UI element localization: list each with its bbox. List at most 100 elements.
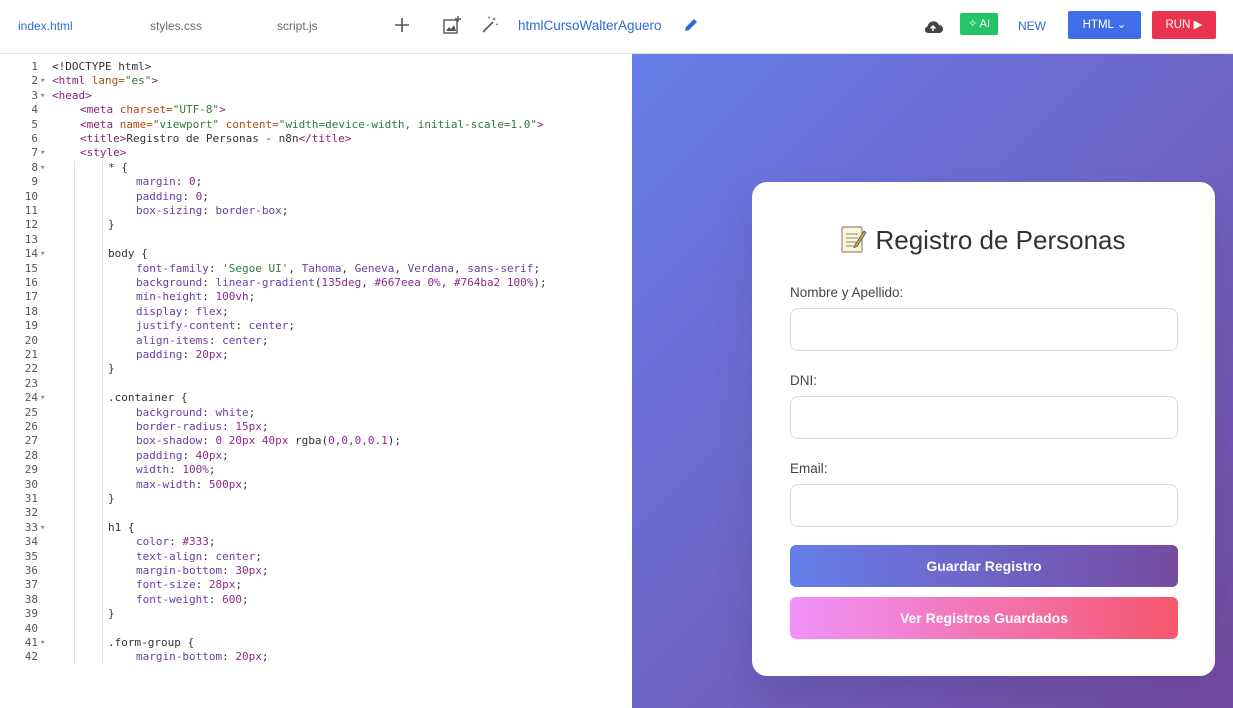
view-records-button[interactable]: Ver Registros Guardados <box>790 597 1178 639</box>
line-number: 39 <box>24 607 38 621</box>
line-number: 41 <box>24 636 38 649</box>
code-line: 39} <box>0 607 630 621</box>
code-line: 19 justify-content: center; <box>0 319 630 333</box>
code-text: padding: 0; <box>136 189 209 203</box>
code-line: 23 <box>0 377 630 391</box>
line-number: 2 <box>31 74 38 88</box>
line-number: 5 <box>31 117 38 131</box>
code-line: 33 ▾ h1 { <box>0 521 630 535</box>
code-line: 28 padding: 40px; <box>0 449 630 463</box>
email-label: Email: <box>790 461 828 476</box>
line-number: 28 <box>24 448 38 462</box>
code-text: <title>Registro de Personas - n8n</title… <box>80 132 352 145</box>
code-editor[interactable]: 1 <!DOCTYPE html> 2 ▾ <html lang="es"> 3 ▾ <hea… <box>0 54 632 708</box>
code-line: 21 padding: 20px; <box>0 348 630 362</box>
name-field[interactable] <box>790 308 1178 351</box>
code-line: 8 ▾ * { <box>0 161 630 175</box>
code-text: } <box>108 492 115 505</box>
line-number: 37 <box>24 578 38 592</box>
line-number: 24 <box>24 391 38 405</box>
code-text: <style> <box>80 146 127 160</box>
cloud-upload-icon[interactable] <box>922 18 944 34</box>
html-mode-button[interactable]: HTML ⌄ <box>1068 11 1141 39</box>
line-number: 36 <box>24 564 38 577</box>
code-line: 41 ▾ .form-group { <box>0 636 630 650</box>
line-number: 34 <box>24 535 38 549</box>
fold-arrow-icon[interactable]: ▾ <box>40 247 50 261</box>
code-text: margin: 0; <box>136 175 203 189</box>
line-number: 38 <box>24 592 38 606</box>
fold-arrow-icon[interactable]: ▾ <box>40 146 50 160</box>
fold-arrow-icon[interactable]: ▾ <box>40 161 50 175</box>
add-file-icon[interactable] <box>391 14 413 36</box>
magic-wand-icon[interactable] <box>479 14 501 36</box>
line-number: 13 <box>24 232 38 246</box>
code-text: font-weight: 600; <box>136 592 249 606</box>
code-text: box-sizing: border-box; <box>136 204 289 217</box>
code-line: 35 text-align: center; <box>0 550 630 564</box>
fold-arrow-icon[interactable]: ▾ <box>40 521 50 535</box>
line-number: 31 <box>24 492 38 505</box>
code-text: justify-content: center; <box>136 319 295 333</box>
line-number: 14 <box>24 247 38 261</box>
line-number: 16 <box>24 276 38 289</box>
line-number: 19 <box>24 319 38 333</box>
code-text: margin-bottom: 20px; <box>136 650 269 664</box>
html-label: HTML <box>1082 19 1114 31</box>
edit-pencil-icon[interactable] <box>683 17 699 33</box>
new-button[interactable]: NEW <box>1018 19 1046 33</box>
fold-arrow-icon[interactable]: ▾ <box>40 636 50 650</box>
line-number: 42 <box>24 650 38 664</box>
code-line: 36 margin-bottom: 30px; <box>0 564 630 578</box>
line-number: 12 <box>24 218 38 232</box>
fold-arrow-icon[interactable]: ▾ <box>40 74 50 88</box>
dni-field[interactable] <box>790 396 1178 439</box>
code-line: 32 <box>0 506 630 520</box>
code-line: 2 ▾ <html lang="es"> <box>0 74 630 88</box>
add-image-icon[interactable] <box>441 14 463 36</box>
code-text: padding: 40px; <box>136 448 229 462</box>
line-number: 23 <box>24 376 38 390</box>
code-line: 25 background: white; <box>0 406 630 420</box>
code-text: color: #333; <box>136 535 216 549</box>
code-text: background: white; <box>136 405 256 419</box>
project-name[interactable]: htmlCursoWalterAguero <box>518 18 662 33</box>
code-text: text-align: center; <box>136 549 262 563</box>
line-number: 4 <box>31 103 38 117</box>
tab-script-js[interactable]: script.js <box>277 19 318 33</box>
code-text: <!DOCTYPE html> <box>52 60 152 73</box>
line-number: 11 <box>24 204 38 217</box>
fold-arrow-icon[interactable]: ▾ <box>40 391 50 405</box>
line-number: 15 <box>24 261 38 275</box>
fold-arrow-icon[interactable]: ▾ <box>40 89 50 103</box>
code-line: 17 min-height: 100vh; <box>0 290 630 304</box>
code-text: display: flex; <box>136 304 229 318</box>
code-line: 22} <box>0 362 630 376</box>
code-line: 7 ▾ <style> <box>0 146 630 160</box>
code-text: <meta charset="UTF-8"> <box>80 103 226 117</box>
chevron-down-icon: ⌄ <box>1116 19 1127 31</box>
code-text: } <box>108 362 115 376</box>
code-line: 10 padding: 0; <box>0 190 630 204</box>
code-line: 4 <meta charset="UTF-8"> <box>0 103 630 117</box>
line-number: 35 <box>24 549 38 563</box>
code-line: 38 font-weight: 600; <box>0 593 630 607</box>
ai-button[interactable]: ✧ AI <box>960 13 998 35</box>
ai-label: AI <box>979 18 991 30</box>
email-field[interactable] <box>790 484 1178 527</box>
line-number: 1 <box>31 60 38 73</box>
play-icon: ▶ <box>1193 19 1203 31</box>
run-button[interactable]: RUN ▶ <box>1152 11 1216 39</box>
line-number: 7 <box>31 146 38 160</box>
save-record-button[interactable]: Guardar Registro <box>790 545 1178 587</box>
code-text: } <box>108 218 115 232</box>
dni-label: DNI: <box>790 373 817 388</box>
code-text: .container { <box>108 391 188 405</box>
tab-styles-css[interactable]: styles.css <box>150 19 202 33</box>
line-number: 21 <box>24 348 38 361</box>
line-number: 20 <box>24 333 38 347</box>
code-line: 1 <!DOCTYPE html> <box>0 60 630 74</box>
line-number: 40 <box>24 621 38 635</box>
tab-index-html[interactable]: index.html <box>18 19 73 33</box>
code-text: min-height: 100vh; <box>136 290 256 304</box>
